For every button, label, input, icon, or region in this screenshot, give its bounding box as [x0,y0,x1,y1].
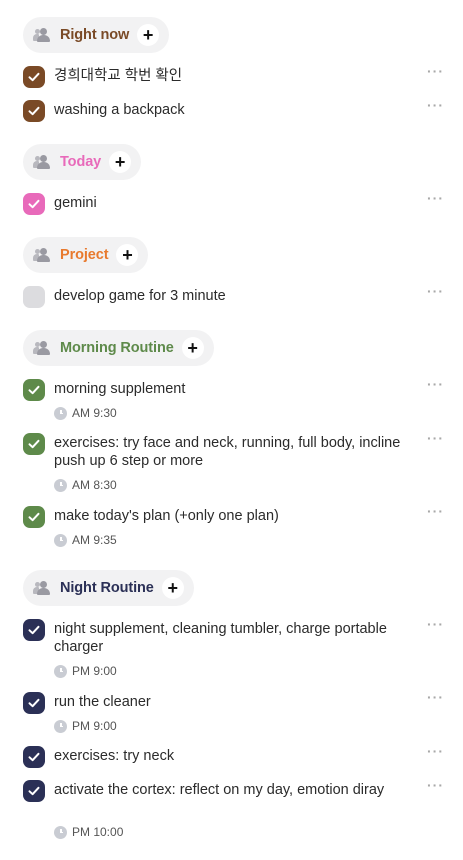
group-header-project[interactable]: Project + [23,237,149,273]
more-options-icon[interactable]: ··· [427,97,444,113]
task-title: activate the cortex: reflect on my day, … [54,782,385,798]
add-task-button[interactable]: + [109,151,132,173]
checkbox[interactable] [23,193,45,215]
people-icon [33,341,53,355]
more-options-icon[interactable]: ··· [427,376,444,392]
check-icon [28,625,40,635]
task-title: washing a backpack [54,102,185,118]
task-title: gemini [54,195,97,211]
reminder-time: AM 9:35 [54,533,117,547]
clock-icon [54,719,67,733]
clock-icon [54,664,67,678]
group-header-right-now[interactable]: Right now + [23,17,170,53]
add-task-button[interactable]: + [137,24,160,46]
check-icon [28,385,40,395]
group-title: Today [60,154,102,170]
check-icon [28,106,40,116]
more-options-icon[interactable]: ··· [427,63,444,79]
checkbox[interactable] [23,619,45,641]
group-title: Night Routine [60,580,154,596]
checkbox[interactable] [23,780,45,802]
group-title: Project [60,247,109,263]
more-options-icon[interactable]: ··· [427,283,444,299]
people-icon [33,28,53,42]
more-options-icon[interactable]: ··· [427,777,444,793]
check-icon [28,512,40,522]
task-title: develop game for 3 minute [54,288,226,304]
checkbox[interactable] [23,286,45,308]
more-options-icon[interactable]: ··· [427,743,444,759]
task-title: exercises: try neck [54,748,175,764]
reminder-time: PM 10:00 [54,825,123,839]
checkbox[interactable] [23,379,45,401]
more-options-icon[interactable]: ··· [427,503,444,519]
add-task-button[interactable]: + [116,244,139,266]
group-header-today[interactable]: Today + [23,144,142,180]
add-task-button[interactable]: + [181,337,204,359]
checkbox[interactable] [23,506,45,528]
people-icon [33,581,53,595]
task-title: run the cleaner [54,694,151,710]
checkbox[interactable] [23,433,45,455]
more-options-icon[interactable]: ··· [427,430,444,446]
checkbox[interactable] [23,100,45,122]
task-title: make today's plan (+only one plan) [54,508,279,524]
checkbox[interactable] [23,66,45,88]
reminder-time: AM 8:30 [54,478,117,492]
task-title: exercises: try face and neck, running, f… [54,435,401,469]
clock-icon [54,478,67,492]
clock-icon [54,406,67,420]
task-title: morning supplement [54,381,186,397]
task-title: 경희대학교 학번 확인 [54,68,183,84]
check-icon [28,199,40,209]
clock-icon [54,825,67,839]
check-icon [28,439,40,449]
check-icon [28,752,40,762]
more-options-icon[interactable]: ··· [427,190,444,206]
people-icon [33,155,53,169]
check-icon [28,786,40,796]
group-title: Right now [60,27,130,43]
checkbox[interactable] [23,746,45,768]
reminder-time: PM 9:00 [54,719,117,733]
people-icon [33,248,53,262]
add-task-button[interactable]: + [161,577,184,599]
task-title: night supplement, cleaning tumbler, char… [54,621,387,655]
group-header-night-routine[interactable]: Night Routine + [23,570,194,606]
group-title: Morning Routine [60,340,174,356]
check-icon [28,698,40,708]
reminder-time: AM 9:30 [54,406,117,420]
clock-icon [54,533,67,547]
checkbox[interactable] [23,692,45,714]
more-options-icon[interactable]: ··· [427,616,444,632]
more-options-icon[interactable]: ··· [427,689,444,705]
group-header-morning-routine[interactable]: Morning Routine + [23,330,214,366]
reminder-time: PM 9:00 [54,664,117,678]
check-icon [28,72,40,82]
